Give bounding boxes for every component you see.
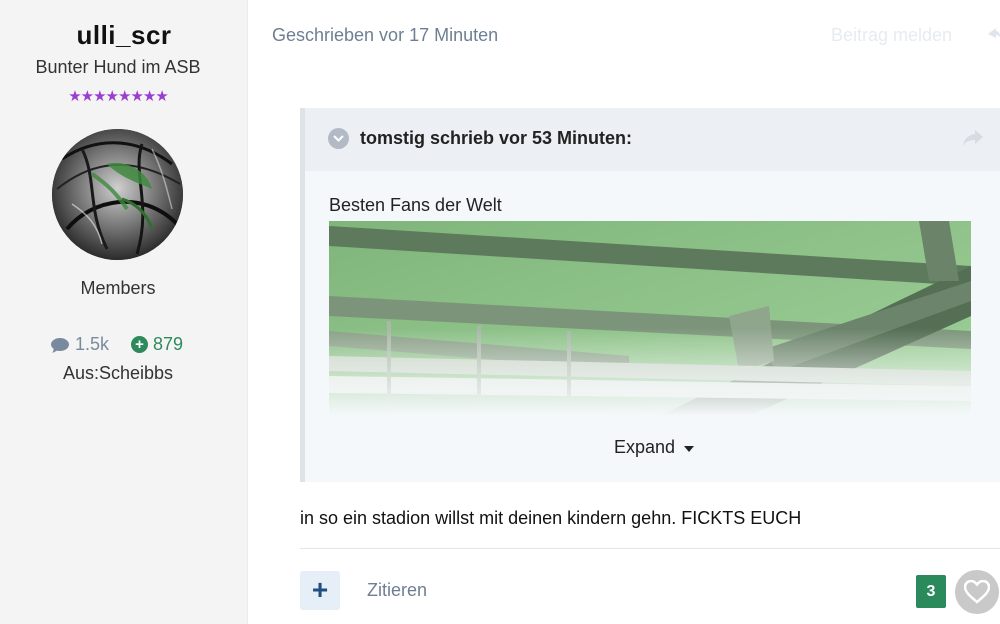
author-group: Members xyxy=(80,278,156,298)
comment-icon xyxy=(51,337,69,353)
expand-quote-button[interactable]: Expand xyxy=(614,437,695,458)
quote-header: tomstig schrieb vor 53 Minuten: xyxy=(305,108,1000,171)
heart-icon[interactable] xyxy=(955,570,999,614)
post-body: in so ein stadion willst mit deinen kind… xyxy=(300,508,802,528)
quote-citation[interactable]: tomstig schrieb vor 53 Minuten: xyxy=(360,128,632,149)
quote-block: tomstig schrieb vor 53 Minuten: Besten F… xyxy=(300,108,1000,482)
author-reputation[interactable]: + 879 xyxy=(131,334,183,355)
author-posts-count: 1.5k xyxy=(75,334,110,354)
author-title: Bunter Hund im ASB xyxy=(35,57,201,77)
report-post-link[interactable]: Beitrag melden xyxy=(831,25,952,46)
share-icon[interactable] xyxy=(963,130,983,151)
expand-label: Expand xyxy=(614,437,676,457)
share-post-icon[interactable] xyxy=(988,25,1000,46)
quote-image[interactable] xyxy=(329,221,971,416)
avatar[interactable] xyxy=(52,129,183,260)
multiquote-add-button[interactable]: + xyxy=(300,571,340,610)
author-reputation-count: 879 xyxy=(153,334,184,354)
plus-circle-icon: + xyxy=(131,336,149,353)
chevron-down-icon[interactable] xyxy=(328,128,349,149)
author-username[interactable]: ulli_scr xyxy=(0,20,248,51)
caret-down-icon xyxy=(684,445,695,452)
author-posts[interactable]: 1.5k xyxy=(50,334,109,355)
quote-text: Besten Fans der Welt xyxy=(329,195,502,215)
author-location: Aus:Scheibbs xyxy=(62,363,174,383)
post-divider xyxy=(300,548,1000,549)
author-rank-stars: ★★★★★★★★ xyxy=(68,88,169,105)
author-sidebar: ulli_scr Bunter Hund im ASB ★★★★★★★★ Mem… xyxy=(0,0,248,624)
post-date[interactable]: Geschrieben vor 17 Minuten xyxy=(272,25,498,46)
author-stats: 1.5k + 879 xyxy=(50,334,183,355)
quote-button[interactable]: Zitieren xyxy=(367,580,427,601)
reaction-count-badge[interactable]: 3 xyxy=(916,575,946,608)
